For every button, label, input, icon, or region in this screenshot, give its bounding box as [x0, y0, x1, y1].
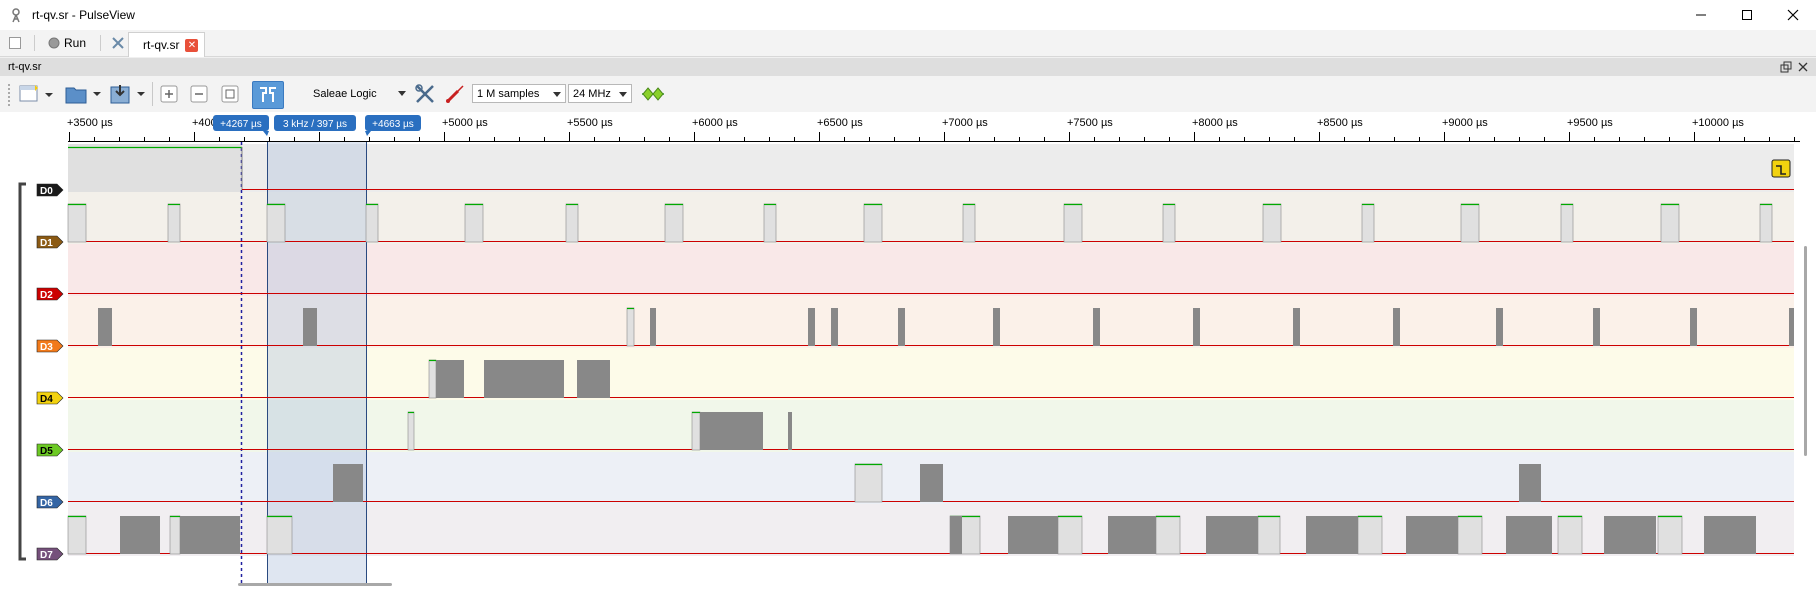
run-button[interactable]: Run: [48, 34, 86, 52]
run-label: Run: [64, 36, 87, 50]
channel-label-d2[interactable]: D2: [36, 287, 64, 301]
samplerate-value: 24 MHz: [573, 88, 611, 100]
ruler-label: +7500 µs: [1067, 117, 1113, 129]
add-view-icon: [19, 85, 53, 102]
chevron-down-icon: [619, 92, 627, 97]
close-window-button[interactable]: [1770, 0, 1816, 30]
sample-count-value: 1 M samples: [477, 88, 540, 100]
zoom-out-button[interactable]: [186, 81, 212, 107]
open-folder-icon: [65, 87, 101, 104]
device-name: Saleae Logic: [313, 88, 377, 100]
ruler-label: +8000 µs: [1192, 117, 1238, 129]
channel-label-d0[interactable]: D0: [36, 183, 64, 197]
channel-label-d3[interactable]: D3: [36, 339, 64, 353]
ruler-label: +7000 µs: [942, 117, 988, 129]
ruler-label: +6500 µs: [817, 117, 863, 129]
zoom-fit-button[interactable]: [217, 81, 243, 107]
device-selector[interactable]: Saleae Logic: [300, 81, 410, 107]
pulseview-app-icon: [12, 8, 20, 23]
window-title: rt-qv.sr - PulseView: [32, 8, 135, 22]
file-tab-label: rt-qv.sr: [143, 38, 180, 52]
ruler-label: +5000 µs: [442, 117, 488, 129]
channel-label-d5[interactable]: D5: [36, 443, 64, 457]
zoom-fit-icon: [221, 85, 239, 103]
device-config-button[interactable]: [412, 81, 438, 107]
zoom-in-button[interactable]: [156, 81, 182, 107]
maximize-button[interactable]: [1724, 0, 1770, 30]
cursor-a-label: +4267 µs: [220, 119, 262, 130]
channel-name: D0: [40, 186, 53, 197]
minimize-icon: [1696, 14, 1706, 16]
maximize-icon: [1742, 10, 1752, 20]
chevron-down-icon: [398, 91, 406, 96]
close-tab-icon[interactable]: ✕: [185, 38, 199, 52]
ruler-label: +3500 µs: [67, 117, 113, 129]
cursor-b-label: +4663 µs: [372, 119, 414, 130]
channel-label-d7[interactable]: D7: [36, 547, 64, 561]
new-document-icon: [9, 37, 21, 49]
device-config-icon: [415, 84, 434, 103]
settings-button[interactable]: [110, 34, 126, 52]
channel-name: D3: [40, 342, 53, 353]
time-ruler[interactable]: +3500 µs+4000 µs+5000 µs+5500 µs+6000 µs…: [0, 112, 1816, 142]
main-toolbar: Saleae Logic 1 M samples 24 MHz: [0, 76, 1816, 113]
channel-name: D5: [40, 446, 53, 457]
save-file-button[interactable]: [106, 81, 148, 107]
waveform-canvas[interactable]: +3500 µs+4000 µs+5000 µs+5500 µs+6000 µs…: [0, 112, 1816, 598]
close-dock-icon[interactable]: [1797, 61, 1809, 73]
zoom-out-icon: [190, 85, 208, 103]
new-view-button[interactable]: [16, 81, 56, 107]
trace-view[interactable]: +3500 µs+4000 µs+5000 µs+5500 µs+6000 µs…: [0, 112, 1816, 598]
ruler-label: +10000 µs: [1692, 117, 1744, 129]
horizontal-scrollbar[interactable]: [238, 583, 392, 586]
probes-button[interactable]: [442, 81, 468, 107]
ruler-label: +8500 µs: [1317, 117, 1363, 129]
ruler-label: +9500 µs: [1567, 117, 1613, 129]
channel-name: D4: [40, 394, 53, 405]
title-bar: rt-qv.sr - PulseView: [0, 0, 1816, 30]
dock-header: rt-qv.sr: [0, 58, 1816, 76]
channel-name: D7: [40, 550, 53, 561]
minimize-button[interactable]: [1678, 0, 1724, 30]
run-indicator-icon: [48, 37, 60, 49]
ruler-label: +5500 µs: [567, 117, 613, 129]
add-decoder-button[interactable]: [638, 81, 668, 107]
probe-icon: [446, 85, 464, 103]
channel-label-d4[interactable]: D4: [36, 391, 64, 405]
dock-title: rt-qv.sr: [8, 61, 42, 73]
samplerate-select[interactable]: 24 MHz: [568, 84, 632, 103]
channel-name: D1: [40, 238, 53, 249]
chevron-down-icon: [553, 92, 561, 97]
trigger-marker[interactable]: [1771, 159, 1791, 178]
zoom-in-icon: [160, 85, 178, 103]
cursor-diff-label: 3 kHz / 397 µs: [283, 119, 347, 130]
show-cursors-button[interactable]: [252, 81, 284, 109]
channel-label-d6[interactable]: D6: [36, 495, 64, 509]
float-dock-icon[interactable]: [1780, 61, 1792, 73]
decoder-icon: [642, 87, 664, 101]
open-file-button[interactable]: [62, 81, 104, 107]
channel-name: D2: [40, 290, 53, 301]
channel-name: D6: [40, 498, 53, 509]
sample-count-select[interactable]: 1 M samples: [472, 84, 566, 103]
vertical-scrollbar[interactable]: [1804, 246, 1807, 456]
tools-icon: [112, 37, 124, 49]
new-session-button[interactable]: [8, 34, 22, 52]
ruler-label: +6000 µs: [692, 117, 738, 129]
channel-group-bracket: [18, 182, 26, 561]
channel-label-d1[interactable]: D1: [36, 235, 64, 249]
save-icon: [110, 85, 145, 104]
tab-rt-qv[interactable]: rt-qv.sr ✕: [128, 32, 206, 57]
cursor-diff-flag: 3 kHz / 397 µs: [274, 115, 356, 131]
session-tab-bar: Run rt-qv.sr ✕: [0, 30, 1816, 57]
close-icon: [1787, 9, 1799, 21]
ruler-label: +9000 µs: [1442, 117, 1488, 129]
cursors-icon: [260, 87, 276, 102]
